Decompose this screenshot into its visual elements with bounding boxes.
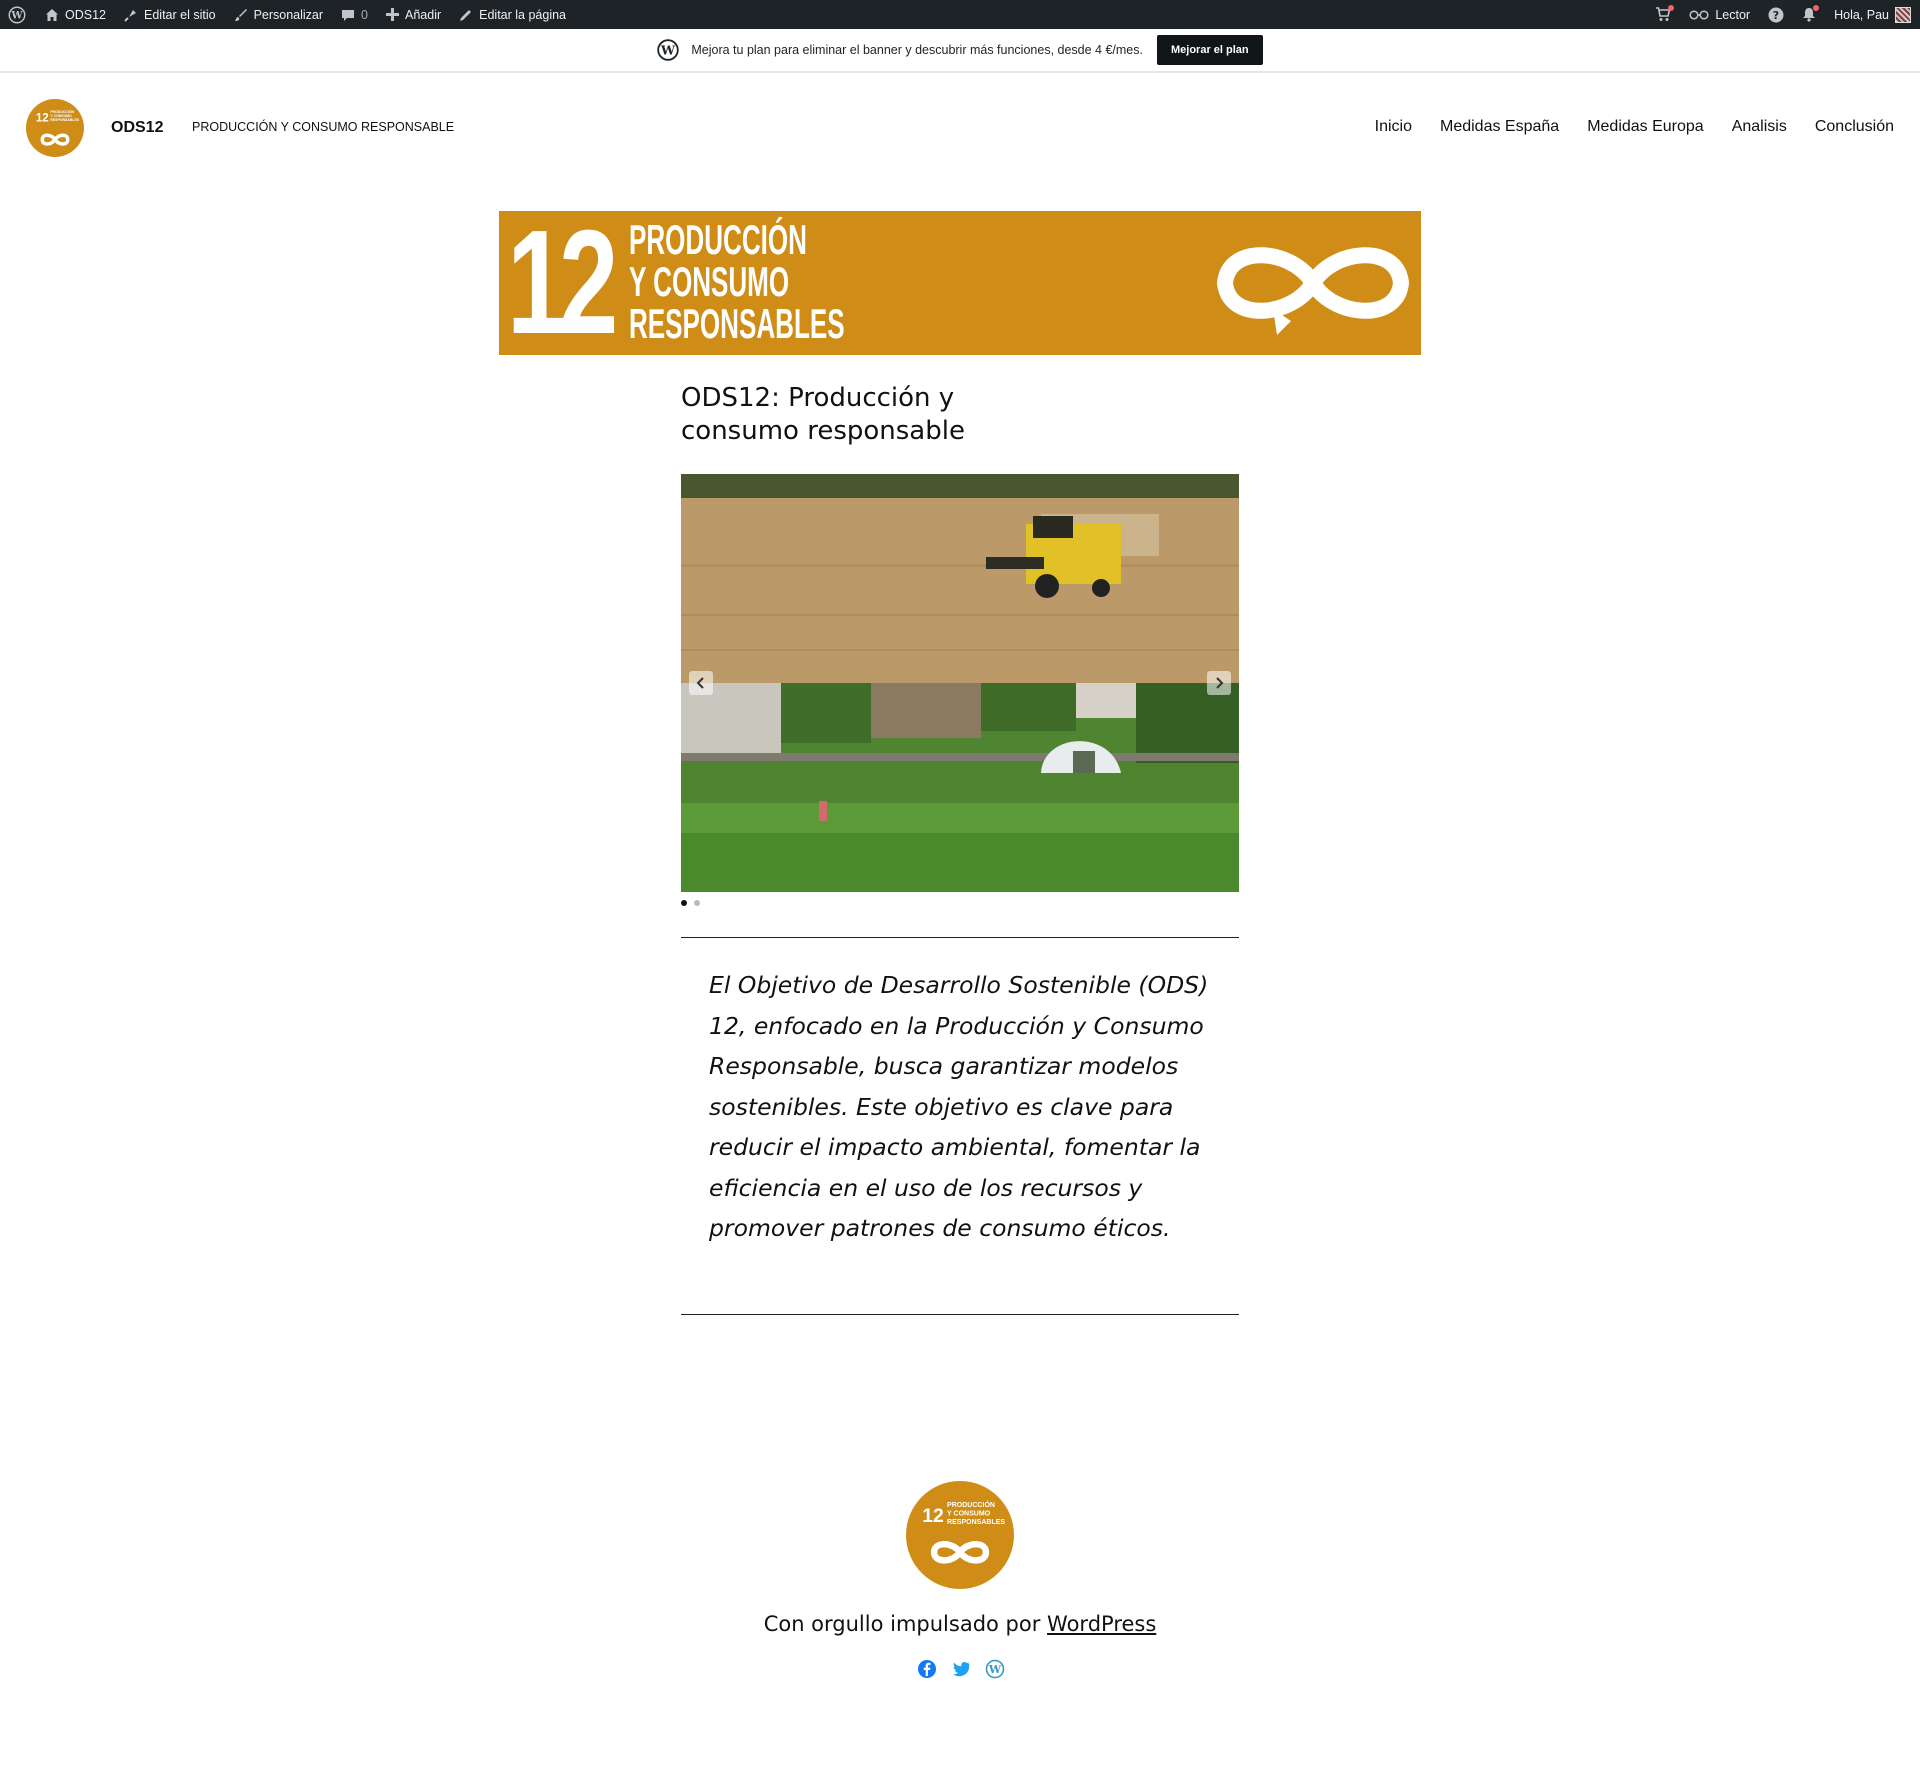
- logo-number: 12: [36, 112, 49, 125]
- chevron-left-icon: [696, 677, 704, 689]
- slider-next-button[interactable]: [1207, 671, 1231, 695]
- sdg12-hero-banner: 12 PRODUCCIÓN Y CONSUMO RESPONSABLES: [499, 211, 1421, 355]
- wordpress-logo-icon: W: [8, 6, 26, 23]
- wordpress-menu-button[interactable]: W: [0, 0, 36, 29]
- add-new-label: Añadir: [405, 7, 442, 22]
- nav-item-inicio[interactable]: Inicio: [1375, 118, 1412, 136]
- slider-dot-1[interactable]: [681, 900, 687, 906]
- site-title[interactable]: ODS12: [111, 119, 163, 137]
- wordpress-icon[interactable]: W: [985, 1659, 1005, 1679]
- footer-logo-line-3: RESPONSABLES: [947, 1519, 1005, 1526]
- image-slider[interactable]: [681, 474, 1239, 892]
- hero-text: PRODUCCIÓN Y CONSUMO RESPONSABLES: [629, 219, 845, 345]
- notifications-badge: [1802, 5, 1820, 22]
- nav-item-analisis[interactable]: Analisis: [1732, 118, 1787, 136]
- customize-link[interactable]: Personalizar: [225, 0, 332, 29]
- edit-page-link[interactable]: Editar la página: [450, 0, 575, 29]
- logo-line-1: PRODUCCIÓN: [50, 109, 74, 114]
- reader-glasses-icon: [1689, 9, 1709, 20]
- plus-icon: [386, 8, 399, 21]
- reader-label: Lector: [1715, 7, 1751, 22]
- page-title: ODS12: Producción y consumo responsable: [681, 383, 965, 446]
- comments-link[interactable]: 0: [332, 0, 377, 29]
- cart-notification: [1655, 5, 1675, 22]
- avatar: [1895, 6, 1911, 23]
- upgrade-plan-button[interactable]: Mejorar el plan: [1156, 35, 1263, 65]
- footer-logo-line-1: PRODUCCIÓN: [947, 1500, 995, 1509]
- cart-button[interactable]: [1646, 0, 1680, 29]
- notifications-button[interactable]: [1793, 0, 1825, 29]
- main-navigation: Inicio Medidas España Medidas Europa Ana…: [1375, 118, 1894, 136]
- separator-top: [681, 937, 1239, 938]
- edit-page-label: Editar la página: [479, 7, 567, 22]
- greeting-label: Hola, Pau: [1834, 7, 1889, 22]
- footer-credit-text: Con orgullo impulsado por: [763, 1612, 1048, 1636]
- pencil-icon: [460, 9, 472, 21]
- separator-bottom: [681, 1314, 1239, 1315]
- slide-image-harvester: [681, 474, 1239, 683]
- twitter-icon[interactable]: [951, 1659, 971, 1679]
- wordpress-logo-icon: W: [657, 39, 680, 61]
- cart-icon: [1656, 7, 1671, 21]
- hero-line-3: RESPONSABLES: [629, 300, 845, 347]
- pullquote-text: El Objetivo de Desarrollo Sostenible (OD…: [709, 971, 1209, 1242]
- help-icon: ?: [1768, 7, 1784, 22]
- infinity-arrow-icon: [1216, 247, 1410, 335]
- edit-site-link[interactable]: Editar el sitio: [115, 0, 225, 29]
- svg-text:W: W: [988, 1663, 1002, 1676]
- hero-line-1: PRODUCCIÓN: [629, 216, 807, 263]
- customize-label: Personalizar: [253, 7, 324, 22]
- brush-icon: [124, 9, 136, 22]
- wordpress-link[interactable]: WordPress: [1047, 1612, 1156, 1636]
- footer-logo-number: 12: [922, 1505, 944, 1527]
- svg-text:?: ?: [1773, 9, 1779, 22]
- bell-icon: [1803, 8, 1816, 22]
- svg-text:W: W: [660, 43, 676, 58]
- site-name-link[interactable]: ODS12: [36, 0, 115, 29]
- admin-bar: W ODS12 Editar el sitio Personalizar 0 A…: [0, 0, 1920, 29]
- nav-item-conclusion[interactable]: Conclusión: [1815, 118, 1894, 136]
- facebook-icon[interactable]: [917, 1659, 937, 1679]
- footer-logo-line-2: Y CONSUMO: [947, 1511, 991, 1518]
- edit-site-label: Editar el sitio: [144, 7, 216, 22]
- admin-bar-right: Lector ? Hola, Pau: [1646, 0, 1920, 29]
- footer-logo[interactable]: 12 PRODUCCIÓN Y CONSUMO RESPONSABLES: [906, 1481, 1014, 1589]
- social-links: W: [917, 1659, 1005, 1679]
- nav-item-medidas-espana[interactable]: Medidas España: [1440, 118, 1559, 136]
- site-header: 12 PRODUCCIÓN Y CONSUMO RESPONSABLES ODS…: [0, 73, 1920, 183]
- add-new-link[interactable]: Añadir: [377, 0, 450, 29]
- comments-count: 0: [361, 7, 368, 22]
- admin-bar-left: W ODS12 Editar el sitio Personalizar 0 A…: [0, 0, 575, 29]
- svg-text:W: W: [10, 10, 23, 21]
- logo-line-3: RESPONSABLES: [50, 118, 79, 122]
- slider-pagination: [681, 900, 700, 906]
- site-name-label: ODS12: [65, 7, 106, 22]
- home-icon: [46, 8, 58, 21]
- site-logo[interactable]: 12 PRODUCCIÓN Y CONSUMO RESPONSABLES: [26, 99, 84, 157]
- site-tagline: PRODUCCIÓN Y CONSUMO RESPONSABLE: [192, 120, 455, 134]
- hero-number: 12: [507, 211, 618, 355]
- chevron-right-icon: [1216, 677, 1224, 689]
- logo-line-2: Y CONSUMO: [50, 114, 72, 118]
- slider-prev-button[interactable]: [689, 671, 713, 695]
- paintbrush-icon: [234, 8, 247, 21]
- my-account-menu[interactable]: Hola, Pau: [1825, 0, 1920, 29]
- slide-image-vegetable-garden: [681, 683, 1239, 892]
- help-button[interactable]: ?: [1759, 0, 1793, 29]
- upgrade-banner: W Mejora tu plan para eliminar el banner…: [0, 29, 1920, 73]
- upgrade-banner-text: Mejora tu plan para eliminar el banner y…: [691, 43, 1143, 57]
- footer-credit: Con orgullo impulsado por WordPress: [0, 1612, 1920, 1636]
- nav-item-medidas-europa[interactable]: Medidas Europa: [1587, 118, 1704, 136]
- comment-icon: [342, 9, 355, 21]
- reader-link[interactable]: Lector: [1680, 0, 1759, 29]
- slider-dot-2[interactable]: [694, 900, 700, 906]
- hero-line-2: Y CONSUMO: [629, 258, 790, 305]
